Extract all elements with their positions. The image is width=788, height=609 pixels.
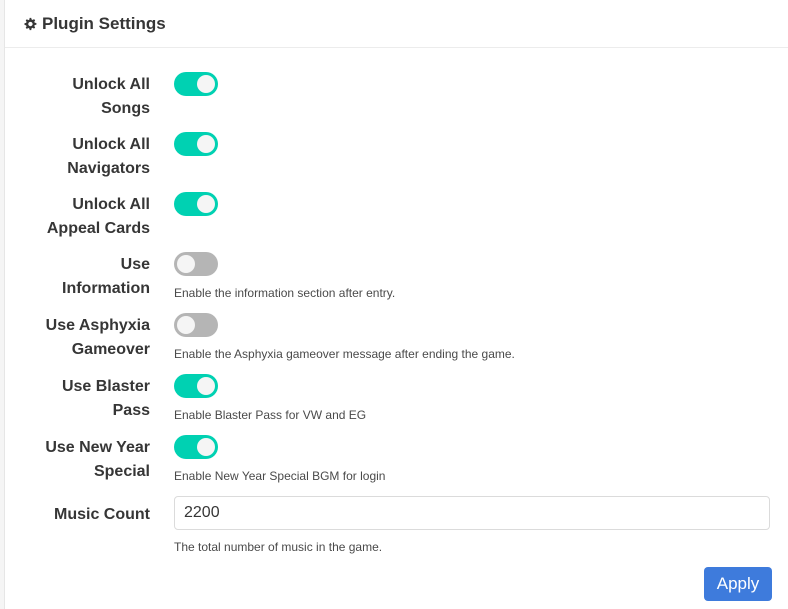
setting-label-music-count: Music Count [54,506,150,523]
setting-label-unlock-appeal-cards: Unlock All Appeal Cards [46,196,150,237]
toggle-knob [197,75,215,93]
toggle-knob [197,135,215,153]
toggle-knob [197,195,215,213]
toggle-unlock-appeal-cards[interactable] [174,192,218,216]
toggle-use-information[interactable] [174,252,218,276]
toggle-knob [177,316,195,334]
setting-label-unlock-navigators: Unlock All Navigators [67,136,150,177]
setting-label-blaster-pass: Use Blaster Pass [61,378,150,419]
setting-label-asphyxia-gameover: Use Asphyxia Gameover [45,317,150,358]
help-blaster-pass: Enable Blaster Pass for VW and EG [174,408,367,422]
card-header: Plugin Settings [5,0,788,48]
toggle-blaster-pass[interactable] [174,374,218,398]
toggle-new-year-special[interactable] [174,435,218,459]
toggle-knob [197,438,215,456]
music-count-input[interactable]: 2200 [174,496,770,530]
setting-label-use-information: Use Information [62,256,150,297]
help-use-information: Enable the information section after ent… [174,286,396,300]
apply-button[interactable]: Apply [704,567,772,601]
toggle-unlock-navigators[interactable] [174,132,218,156]
toggle-asphyxia-gameover[interactable] [174,313,218,337]
help-asphyxia-gameover: Enable the Asphyxia gameover message aft… [174,347,515,361]
setting-label-new-year-special: Use New Year Special [45,439,150,480]
help-music-count: The total number of music in the game. [174,540,383,554]
plugin-settings-card: Plugin Settings Unlock All Songs Unlock A… [4,0,788,609]
toggle-unlock-songs[interactable] [174,72,218,96]
help-new-year-special: Enable New Year Special BGM for login [174,469,386,483]
setting-label-unlock-songs: Unlock All Songs [72,76,150,117]
gear-icon [23,17,37,31]
toggle-knob [177,255,195,273]
toggle-knob [197,377,215,395]
page-title: Plugin Settings [42,13,166,33]
